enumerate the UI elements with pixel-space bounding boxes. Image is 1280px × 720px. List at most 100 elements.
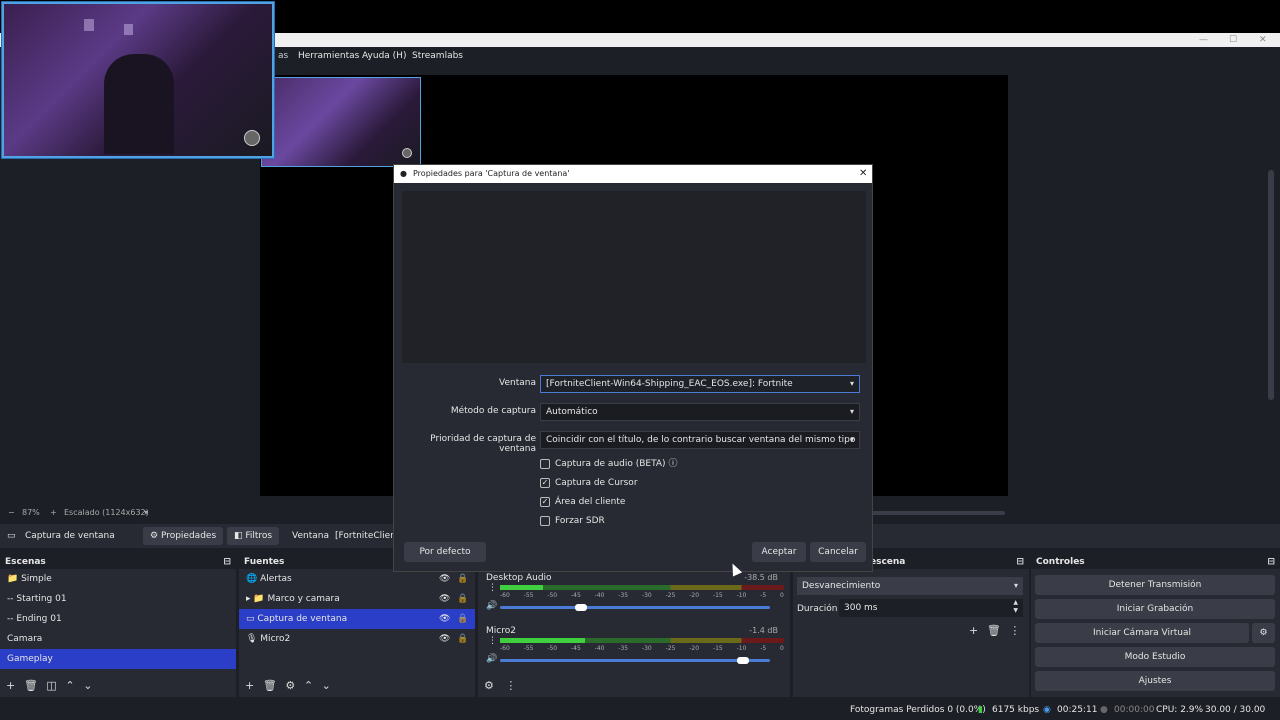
checkbox-unchecked[interactable] — [540, 458, 550, 469]
scale-dropdown-icon[interactable]: ▾ — [144, 505, 148, 521]
advanced-audio-icon[interactable]: ⚙ — [484, 679, 494, 692]
virtual-camera-settings-button[interactable]: ⚙ — [1252, 623, 1275, 643]
settings-button[interactable]: Ajustes — [1035, 671, 1275, 691]
lock-icon[interactable]: 🔒 — [457, 629, 468, 649]
eye-icon[interactable]: 👁 — [439, 609, 450, 629]
tick-label: -40 — [594, 592, 605, 599]
dock-menu-icon: ⊟ — [1016, 557, 1024, 567]
scene-item[interactable]: Camara — [0, 629, 236, 649]
source-item[interactable]: ▭ Captura de ventana 👁 🔒 — [239, 609, 475, 629]
accept-button[interactable]: Aceptar — [752, 542, 806, 562]
source-label: Micro2 — [260, 634, 291, 644]
tick-label: 0 — [780, 645, 784, 652]
window-select[interactable]: [FortniteClient-Win64-Shipping_EAC_EOS.e… — [540, 375, 860, 393]
minimize-button[interactable]: — — [1199, 33, 1208, 47]
arrow-up-icon[interactable]: ⌃ — [65, 679, 74, 692]
lock-icon[interactable]: 🔒 — [457, 609, 468, 629]
source-item[interactable]: ▸ 📁 Marco y camara 👁 🔒 — [239, 589, 475, 609]
source-item[interactable]: 🌐 Alertas 👁 🔒 — [239, 569, 475, 589]
sources-dock: Fuentes 🌐 Alertas 👁 🔒 ▸ 📁 Marco y camara 👁 🔒 ▭… — [239, 555, 475, 697]
help-icon[interactable]: ⓘ — [666, 459, 677, 469]
arrow-down-icon[interactable]: ⌄ — [322, 679, 331, 692]
gear-icon[interactable]: ⚙ — [285, 679, 295, 692]
scene-label: Gameplay — [7, 654, 53, 664]
arrow-up-icon[interactable]: ⌃ — [304, 679, 313, 692]
scale-label: Escalado (1124x632) — [64, 508, 149, 517]
volume-slider[interactable] — [500, 604, 770, 611]
volume-slider[interactable] — [500, 657, 770, 664]
tick-label: -50 — [547, 645, 558, 652]
lock-icon[interactable]: 🔒 — [457, 569, 468, 589]
more-icon[interactable]: ⋮ — [505, 679, 516, 692]
checkbox-row[interactable]: ✓ Captura de Cursor — [540, 474, 677, 493]
window-select[interactable]: [FortniteClient — [335, 524, 399, 548]
eye-icon[interactable]: 👁 — [439, 589, 450, 609]
checkbox-row[interactable]: Forzar SDR — [540, 512, 677, 531]
zoom-in-button[interactable]: + — [50, 505, 57, 521]
add-icon[interactable]: + — [6, 679, 15, 692]
channel-menu-icon[interactable]: ⋮ — [488, 636, 497, 646]
trash-icon[interactable]: 🗑 — [263, 679, 277, 692]
speaker-icon[interactable]: 🔊 — [486, 654, 497, 664]
checkbox-row[interactable]: Captura de audio (BETA) ⓘ — [540, 455, 677, 474]
more-icon[interactable]: ⋮ — [1009, 624, 1020, 637]
trash-icon[interactable]: 🗑 — [987, 624, 1001, 637]
properties-button[interactable]: ⚙ Propiedades — [143, 527, 224, 545]
cpu-usage: CPU: 2.9% — [1156, 705, 1204, 715]
add-icon[interactable]: + — [245, 679, 254, 692]
scene-item[interactable]: -- Ending 01 — [0, 609, 236, 629]
scene-item[interactable]: Gameplay — [0, 649, 236, 669]
checkbox-checked[interactable]: ✓ — [540, 496, 550, 507]
channel-menu-icon[interactable]: ⋮ — [488, 583, 497, 593]
close-window-button[interactable]: ✕ — [1259, 33, 1267, 47]
trash-icon[interactable]: 🗑 — [24, 679, 38, 692]
transition-select[interactable]: Desvanecimiento ▾ — [797, 577, 1023, 595]
add-icon[interactable]: + — [969, 624, 978, 637]
checkbox-row[interactable]: ✓ Área del cliente — [540, 493, 677, 512]
checkbox-checked[interactable]: ✓ — [540, 477, 550, 488]
capture-priority-select[interactable]: Coincidir con el título, de lo contrario… — [540, 431, 860, 449]
source-item[interactable]: 🎙 Micro2 👁 🔒 — [239, 629, 475, 649]
volume-knob[interactable] — [575, 604, 587, 611]
tick-label: -10 — [736, 592, 747, 599]
stream-icon: ◉ — [1043, 705, 1051, 715]
scene-item[interactable]: 📁 Simple — [0, 569, 236, 589]
menu-item-partial[interactable]: as — [278, 47, 288, 65]
checkbox-label: Captura de audio (BETA) — [555, 459, 666, 469]
volume-knob[interactable] — [737, 657, 749, 664]
duration-input[interactable]: 300 ms ▲ ▼ — [839, 599, 1023, 617]
start-virtual-camera-button[interactable]: Iniciar Cámara Virtual — [1035, 623, 1249, 643]
start-recording-button[interactable]: Iniciar Grabación — [1035, 599, 1275, 619]
preview-scrollbar[interactable] — [1268, 170, 1274, 400]
tick-label: -35 — [618, 592, 629, 599]
maximize-button[interactable]: ☐ — [1229, 33, 1237, 47]
scene-list: 📁 Simple -- Starting 01 -- Ending 01 Camara… — [0, 569, 236, 669]
bitrate: 6175 kbps — [992, 705, 1040, 715]
capture-method-select[interactable]: Automático ▾ — [540, 403, 860, 421]
tick-label: -50 — [547, 592, 558, 599]
tick-label: -5 — [760, 645, 767, 652]
menu-item-help[interactable]: Ayuda (H) — [362, 47, 406, 65]
filters-button[interactable]: ◧ Filtros — [227, 527, 280, 545]
menu-item-streamlabs[interactable]: Streamlabs — [412, 47, 463, 65]
defaults-button[interactable]: Por defecto — [404, 542, 486, 562]
stop-stream-button[interactable]: Detener Transmisión — [1035, 575, 1275, 595]
arrow-down-icon[interactable]: ⌄ — [83, 679, 92, 692]
source-label: Marco y camara — [267, 594, 340, 604]
eye-icon[interactable]: 👁 — [439, 569, 450, 589]
eye-icon[interactable]: 👁 — [439, 629, 450, 649]
checkbox-unchecked[interactable] — [540, 515, 550, 526]
studio-mode-button[interactable]: Modo Estudio — [1035, 647, 1275, 667]
horizontal-scrollbar[interactable] — [870, 511, 1005, 515]
scene-item[interactable]: -- Starting 01 — [0, 589, 236, 609]
lock-icon[interactable]: 🔒 — [457, 589, 468, 609]
menu-item-tools[interactable]: Herramientas — [298, 47, 359, 65]
tick-label: -10 — [736, 645, 747, 652]
level-meter-fill — [500, 638, 586, 643]
mixer-channel: Desktop Audio -38.5 dB ⋮ -60 -55 -50 -45 -40 -35… — [486, 573, 786, 623]
close-icon[interactable]: ✕ — [859, 165, 867, 183]
cancel-button[interactable]: Cancelar — [810, 542, 866, 562]
filter-icon[interactable]: ◫ — [46, 679, 56, 692]
speaker-icon[interactable]: 🔊 — [486, 601, 497, 611]
zoom-out-button[interactable]: − — [8, 505, 15, 521]
